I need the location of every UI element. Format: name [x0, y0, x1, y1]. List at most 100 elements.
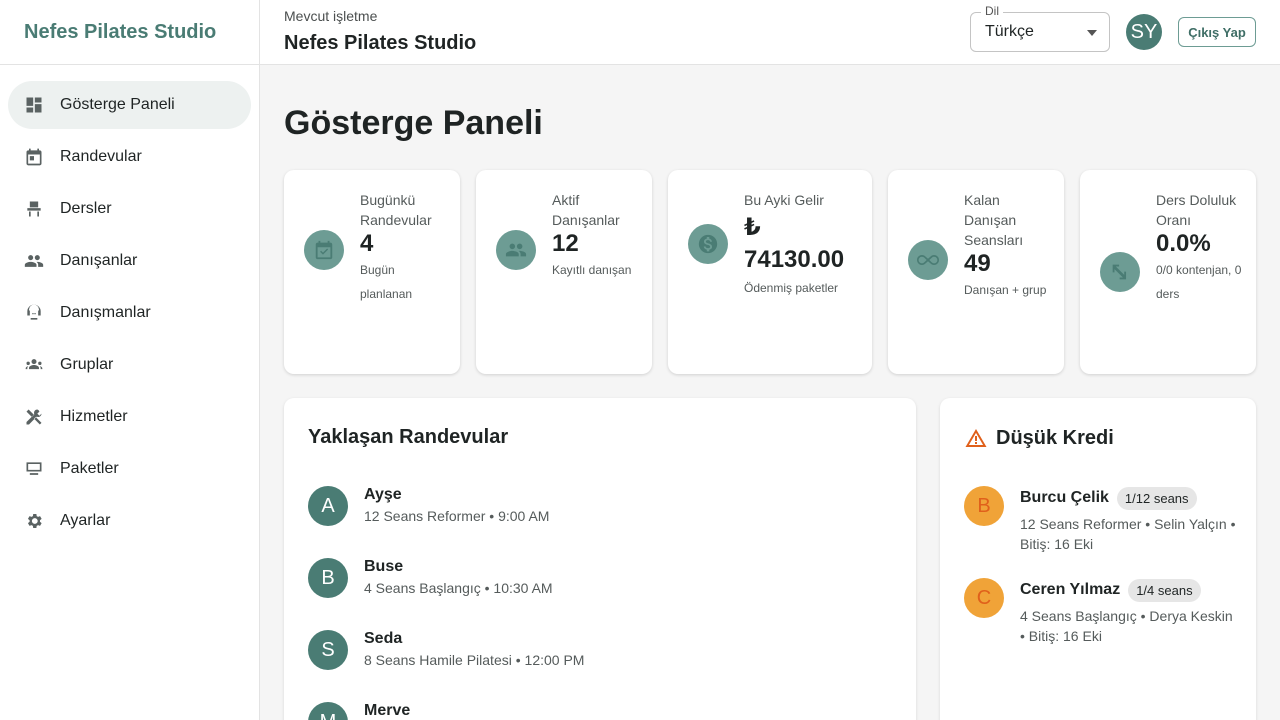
support-agent-icon [24, 303, 44, 323]
stat-subtext: 0/0 kontenjan, 0 ders [1156, 263, 1242, 301]
appointment-name: Buse [364, 558, 404, 575]
low-credit-panel: Düşük Kredi B Burcu Çelik 1/12 seans 12 … [940, 398, 1256, 720]
sidebar-item-label: Randevular [60, 148, 142, 165]
sidebar-item-classes[interactable]: Dersler [8, 185, 251, 233]
list-item[interactable]: B Buse 4 Seans Başlangıç • 10:30 AM [308, 558, 888, 602]
appointment-detail: 12 Seans Reformer • 9:00 AM [364, 508, 550, 524]
dollar-icon [688, 224, 728, 264]
stat-card-today-appointments: Bugünkü Randevular 4 Bugün planlanan [284, 170, 460, 374]
appointment-name: Seda [364, 630, 403, 647]
list-item[interactable]: S Seda 8 Seans Hamile Pilatesi • 12:00 P… [308, 630, 888, 674]
stat-value: 4 [360, 230, 374, 257]
list-item[interactable]: A Ayşe 12 Seans Reformer • 9:00 AM [308, 486, 888, 530]
list-item[interactable]: M Merve [308, 702, 888, 720]
language-select[interactable]: Dil Türkçe [970, 4, 1110, 52]
expand-icon [1100, 252, 1140, 292]
sidebar-nav: Gösterge Paneli Randevular Dersler Danış… [0, 65, 259, 545]
calendar-icon [24, 147, 44, 167]
sidebar-item-services[interactable]: Hizmetler [8, 393, 251, 441]
people-icon [496, 230, 536, 270]
appointment-detail: 4 Seans Başlangıç • 10:30 AM [364, 580, 553, 596]
stat-card-active-clients: Aktif Danışanlar 12 Kayıtlı danışan [476, 170, 652, 374]
avatar: S [308, 630, 348, 670]
business-caption: Mevcut işletme [284, 8, 378, 24]
stat-text: Kalan Danışan Seansları 49 Danışan + gru… [964, 190, 1052, 302]
stat-label: Bu Ayki Gelir [744, 192, 824, 208]
credit-header: Burcu Çelik 1/12 seans [1020, 486, 1197, 510]
sidebar-item-groups[interactable]: Gruplar [8, 341, 251, 389]
stat-subtext: Danışan + grup [964, 283, 1047, 297]
package-icon [24, 459, 44, 479]
appointment-detail: 8 Seans Hamile Pilatesi • 12:00 PM [364, 652, 585, 668]
groups-icon [24, 355, 44, 375]
stat-subtext: Bugün planlanan [360, 263, 413, 301]
upcoming-appointments-panel: Yaklaşan Randevular A Ayşe 12 Seans Refo… [284, 398, 916, 720]
credit-header: Ceren Yılmaz 1/4 seans [1020, 578, 1201, 602]
appointment-name: Merve [364, 702, 411, 719]
panel-title-row: Düşük Kredi [964, 426, 1114, 450]
stat-value: 12 [552, 230, 579, 257]
panel-title: Yaklaşan Randevular [308, 426, 509, 448]
language-value: Türkçe [985, 23, 1034, 40]
stat-label: Kalan Danışan Seansları [964, 192, 1024, 248]
list-item[interactable]: B Burcu Çelik 1/12 seans 12 Seans Reform… [964, 486, 1240, 558]
chair-icon [24, 199, 44, 219]
sidebar: Nefes Pilates Studio Gösterge Paneli Ran… [0, 0, 260, 720]
stat-card-remaining-sessions: Kalan Danışan Seansları 49 Danışan + gru… [888, 170, 1064, 374]
stat-label: Bugünkü Randevular [360, 192, 432, 228]
tools-icon [24, 407, 44, 427]
sidebar-item-packages[interactable]: Paketler [8, 445, 251, 493]
sidebar-item-label: Danışanlar [60, 252, 138, 269]
stat-card-occupancy-rate: Ders Doluluk Oranı 0.0% 0/0 kontenjan, 0… [1080, 170, 1256, 374]
page-title: Gösterge Paneli [284, 104, 543, 142]
people-icon [24, 251, 44, 271]
sidebar-item-label: Danışmanlar [60, 304, 151, 321]
sidebar-item-consultants[interactable]: Danışmanlar [8, 289, 251, 337]
panel-title: Düşük Kredi [996, 426, 1114, 449]
sidebar-item-label: Hizmetler [60, 408, 128, 425]
list-item[interactable]: C Ceren Yılmaz 1/4 seans 4 Seans Başlang… [964, 578, 1240, 650]
user-avatar[interactable]: SY [1126, 14, 1162, 50]
chevron-down-icon [1087, 30, 1097, 36]
avatar: M [308, 702, 348, 720]
sidebar-item-label: Paketler [60, 460, 119, 477]
avatar: C [964, 578, 1004, 618]
sidebar-item-label: Dersler [60, 200, 112, 217]
client-name: Ceren Yılmaz [1020, 581, 1121, 598]
credit-detail: 12 Seans Reformer • Selin Yalçın • Bitiş… [1020, 516, 1236, 552]
stat-text: Bu Ayki Gelir ₺ 74130.00 Ödenmiş paketle… [744, 190, 860, 300]
credit-detail: 4 Seans Başlangıç • Derya Keskin • Bitiş… [1020, 608, 1233, 644]
avatar: B [964, 486, 1004, 526]
brand-title: Nefes Pilates Studio [0, 0, 259, 65]
status-badge: 1/12 seans [1116, 486, 1197, 510]
dashboard-icon [24, 95, 44, 115]
stat-value: 0.0% [1156, 230, 1211, 257]
stat-label: Aktif Danışanlar [552, 192, 620, 228]
sidebar-item-label: Gösterge Paneli [60, 96, 175, 113]
stat-text: Ders Doluluk Oranı 0.0% 0/0 kontenjan, 0… [1156, 190, 1244, 306]
avatar: B [308, 558, 348, 598]
warning-icon [964, 426, 988, 450]
sidebar-item-clients[interactable]: Danışanlar [8, 237, 251, 285]
appointment-name: Ayşe [364, 486, 402, 503]
sidebar-item-label: Ayarlar [60, 512, 111, 529]
sidebar-item-settings[interactable]: Ayarlar [8, 497, 251, 545]
stat-text: Bugünkü Randevular 4 Bugün planlanan [360, 190, 448, 306]
status-badge: 1/4 seans [1128, 578, 1201, 602]
logout-button[interactable]: Çıkış Yap [1178, 17, 1256, 47]
infinity-icon [908, 240, 948, 280]
sidebar-item-dashboard[interactable]: Gösterge Paneli [8, 81, 251, 129]
client-name: Burcu Çelik [1020, 489, 1109, 506]
language-legend: Dil [981, 4, 1003, 18]
stat-value: ₺ 74130.00 [744, 214, 845, 273]
business-name: Nefes Pilates Studio [284, 32, 477, 54]
sidebar-item-appointments[interactable]: Randevular [8, 133, 251, 181]
calendar-check-icon [304, 230, 344, 270]
avatar: A [308, 486, 348, 526]
gear-icon [24, 511, 44, 531]
stat-label: Ders Doluluk Oranı [1156, 192, 1237, 228]
stat-subtext: Ödenmiş paketler [744, 281, 839, 295]
sidebar-item-label: Gruplar [60, 356, 114, 373]
stat-value: 49 [964, 250, 991, 277]
stat-card-monthly-revenue: Bu Ayki Gelir ₺ 74130.00 Ödenmiş paketle… [668, 170, 872, 374]
